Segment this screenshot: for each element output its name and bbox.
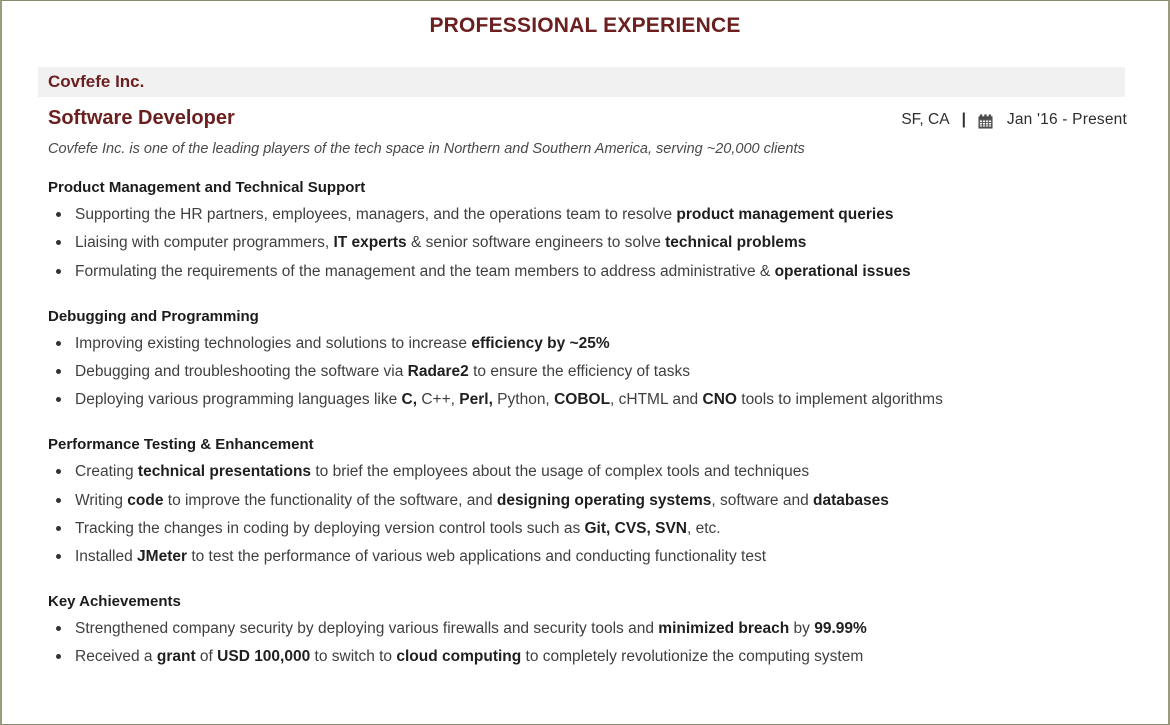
bullet-emphasis: Perl, (459, 391, 493, 409)
bullet-emphasis: CNO (702, 391, 737, 409)
list-item: Liaising with computer programmers, IT e… (48, 229, 1127, 257)
company-name: Covfefe Inc. (48, 72, 145, 92)
bullet-text: Deploying various programming languages … (75, 391, 402, 409)
calendar-icon (978, 114, 993, 129)
bullet-text: Received a (75, 648, 157, 666)
resume-page-inner: PROFESSIONAL EXPERIENCE Covfefe Inc. Sof… (7, 4, 1163, 721)
bullet-emphasis: JMeter (137, 547, 188, 565)
bullet-text: to completely revolutionize the computin… (521, 648, 864, 666)
bullet-text: Improving existing technologies and solu… (75, 334, 472, 352)
job-dates: Jan '16 - Present (1006, 111, 1127, 129)
list-item: Improving existing technologies and solu… (48, 330, 1127, 358)
list-item: Tracking the changes in coding by deploy… (48, 515, 1127, 543)
list-item: Strengthened company security by deployi… (48, 615, 1127, 643)
bullet-text: to improve the functionality of the soft… (163, 491, 497, 509)
bullet-text: Liaising with computer programmers, (75, 234, 334, 252)
bullet-text: of (195, 648, 218, 666)
bullet-emphasis: Radare2 (407, 362, 469, 380)
job-location: SF, CA (901, 111, 950, 129)
bullet-text: to test the performance of various web a… (187, 547, 767, 565)
bullet-list: Supporting the HR partners, employees, m… (48, 201, 1127, 286)
bullet-list: Improving existing technologies and solu… (48, 330, 1127, 415)
bullet-emphasis: C, (401, 391, 418, 409)
bullet-emphasis: product management queries (676, 206, 894, 224)
bullet-text: Strengthened company security by deployi… (75, 620, 659, 638)
company-tagline: Covfefe Inc. is one of the leading playe… (48, 141, 805, 158)
bullet-text: Installed (75, 547, 138, 565)
list-item: Installed JMeter to test the performance… (48, 543, 1127, 571)
page-title: PROFESSIONAL EXPERIENCE (429, 14, 741, 37)
job-meta: SF, CA | Jan '16 - Present (901, 111, 1127, 129)
bullet-emphasis: minimized breach (658, 620, 790, 638)
bullet-text: by (789, 620, 815, 638)
bullet-text: tools to implement algorithms (736, 391, 943, 409)
bullet-text: C++, (417, 391, 460, 409)
bullet-text: Writing (75, 491, 128, 509)
bullet-text: Creating (75, 463, 138, 481)
bullet-emphasis: grant (156, 648, 196, 666)
bullet-emphasis: technical presentations (137, 463, 312, 481)
section-heading: Key Achievements (48, 593, 181, 611)
section-heading: Performance Testing & Enhancement (48, 436, 314, 454)
list-item: Writing code to improve the functionalit… (48, 487, 1127, 515)
bullet-text: , software and (711, 491, 814, 509)
bullet-text: Formulating the requirements of the mana… (75, 262, 775, 280)
bullet-emphasis: USD 100,000 (217, 648, 311, 666)
meta-separator: | (961, 111, 966, 129)
section-heading: Product Management and Technical Support (48, 179, 366, 197)
bullet-text: to brief the employees about the usage o… (311, 463, 810, 481)
bullet-emphasis: COBOL (554, 391, 611, 409)
bullet-emphasis: databases (813, 491, 889, 509)
bullet-list: Strengthened company security by deployi… (48, 615, 1127, 671)
bullet-text: , cHTML and (610, 391, 703, 409)
bullet-emphasis: 99.99% (814, 620, 867, 638)
list-item: Deploying various programming languages … (48, 386, 1127, 414)
bullet-emphasis: cloud computing (396, 648, 522, 666)
bullet-text: Python, (492, 391, 555, 409)
bullet-emphasis: efficiency by (471, 334, 570, 352)
bullet-emphasis: operational issues (774, 262, 911, 280)
experience-sections: Product Management and Technical Support… (48, 179, 1127, 671)
bullet-emphasis: Git, CVS, SVN (584, 519, 688, 537)
list-item: Formulating the requirements of the mana… (48, 258, 1127, 286)
resume-page: PROFESSIONAL EXPERIENCE Covfefe Inc. Sof… (0, 0, 1170, 725)
list-item: Creating technical presentations to brie… (48, 458, 1127, 486)
bullet-text: to switch to (310, 648, 397, 666)
list-item: Supporting the HR partners, employees, m… (48, 201, 1127, 229)
role-row: Software Developer SF, CA | Jan '16 - Pr… (48, 107, 1127, 130)
list-item: Received a grant of USD 100,000 to switc… (48, 643, 1127, 671)
bullet-text: & senior software engineers to solve (406, 234, 666, 252)
job-title: Software Developer (48, 107, 235, 130)
bullet-list: Creating technical presentations to brie… (48, 458, 1127, 571)
bullet-emphasis: code (127, 491, 164, 509)
list-item: Debugging and troubleshooting the softwa… (48, 358, 1127, 386)
bullet-emphasis: designing operating systems (496, 491, 712, 509)
bullet-text: Debugging and troubleshooting the softwa… (75, 362, 408, 380)
bullet-emphasis: ~25% (569, 334, 610, 352)
bullet-text: to ensure the efficiency of tasks (468, 362, 690, 380)
bullet-emphasis: IT experts (333, 234, 407, 252)
bullet-text: Supporting the HR partners, employees, m… (75, 206, 677, 224)
bullet-emphasis: technical problems (665, 234, 807, 252)
bullet-text: Tracking the changes in coding by deploy… (75, 519, 585, 537)
section-heading: Debugging and Programming (48, 307, 259, 325)
bullet-text: , etc. (687, 519, 721, 537)
company-header-bar: Covfefe Inc. (38, 67, 1125, 98)
